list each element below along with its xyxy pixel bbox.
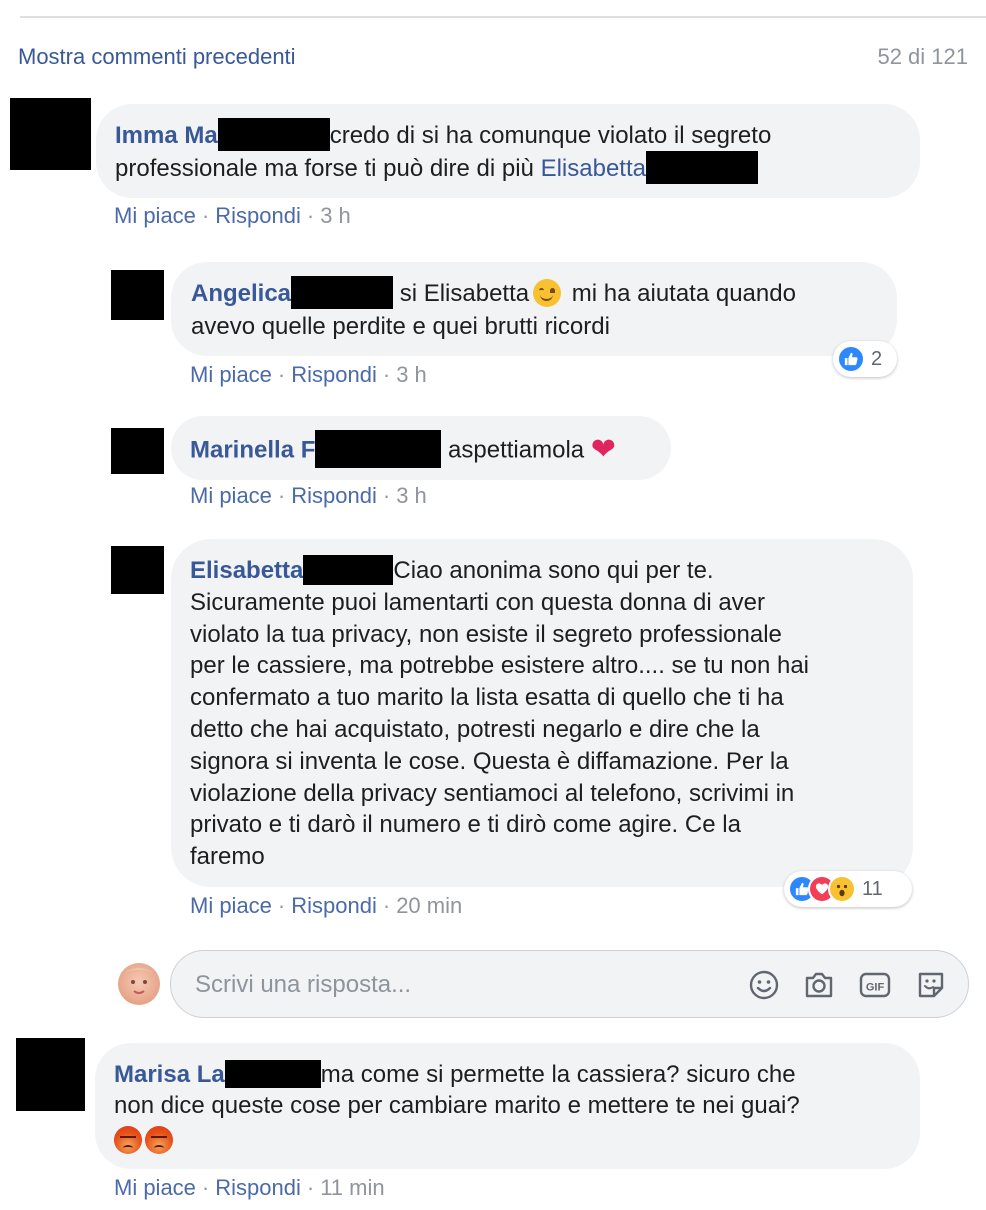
comment-text: violazione della privacy sentiamoci al t… — [190, 779, 795, 807]
gif-icon[interactable]: GIF — [858, 968, 892, 1002]
redaction-block — [303, 554, 394, 585]
avatar[interactable] — [10, 98, 91, 170]
reaction-count: 2 — [871, 347, 883, 370]
timestamp[interactable]: 3 h — [396, 362, 427, 387]
like-link[interactable]: Mi piace — [114, 1175, 196, 1200]
redaction-block — [315, 430, 442, 468]
reply-link[interactable]: Rispondi — [291, 362, 377, 387]
smiling-face-emoji-icon — [533, 278, 562, 307]
svg-text:GIF: GIF — [866, 982, 885, 994]
reaction-summary[interactable]: 2 — [833, 341, 897, 377]
comment-bubble: Marinella F aspettiamola ❤ — [171, 416, 671, 480]
timestamp[interactable]: 3 h — [320, 203, 351, 228]
angry-face-emoji-icon — [145, 1125, 173, 1154]
angry-face-emoji-icon — [114, 1125, 142, 1154]
comment-author[interactable]: Imma Ma — [115, 122, 218, 149]
reply-link[interactable]: Rispondi — [291, 893, 377, 918]
like-link[interactable]: Mi piace — [190, 362, 272, 387]
comment-author[interactable]: Angelica — [191, 280, 291, 307]
like-link[interactable]: Mi piace — [114, 203, 196, 228]
comment-bubble: Elisabetta Ciao anonima sono qui per te. … — [171, 539, 913, 887]
comment-text: si Elisabetta — [399, 280, 530, 307]
timestamp[interactable]: 20 min — [396, 893, 462, 918]
comment-actions: Mi piace · Rispondi · 11 min — [114, 1175, 385, 1200]
avatar[interactable] — [16, 1038, 85, 1111]
like-link[interactable]: Mi piace — [190, 893, 272, 918]
avatar[interactable] — [111, 546, 164, 594]
like-icon — [837, 345, 865, 373]
comment-text: detto che hai acquistato, potresti negar… — [190, 715, 760, 743]
reply-composer[interactable]: GIF — [170, 950, 969, 1018]
comment-text: non dice queste cose per cambiare marito… — [114, 1092, 800, 1119]
avatar[interactable] — [111, 428, 164, 474]
redaction-block — [217, 118, 330, 152]
avatar[interactable] — [111, 270, 164, 320]
current-user-avatar — [118, 963, 160, 1005]
comment-author[interactable]: Marisa La — [114, 1061, 225, 1088]
sticker-icon[interactable] — [914, 968, 948, 1002]
comment-text: avevo quelle perdite e quei brutti ricor… — [191, 313, 610, 341]
comment-bubble: Marisa La ma come si permette la cassiera… — [95, 1043, 920, 1169]
comment-text: per le cassiere, ma potrebbe esistere al… — [190, 652, 809, 680]
comment-text: credo di si ha comunque violato il segre… — [329, 122, 772, 149]
wow-icon — [828, 875, 856, 903]
redaction-block — [291, 276, 394, 310]
comment-text: signora si inventa le cose. Questa è dif… — [190, 747, 789, 775]
timestamp[interactable]: 3 h — [396, 483, 427, 508]
redaction-block — [224, 1059, 321, 1088]
reaction-count: 11 — [862, 877, 883, 900]
camera-icon[interactable] — [802, 968, 836, 1002]
mention-link[interactable]: Elisabetta — [541, 155, 646, 182]
comment-text: faremo — [190, 843, 265, 871]
comment-text: ma come si permette la cassiera? sicuro … — [320, 1061, 796, 1088]
top-divider — [20, 16, 986, 18]
comment-text: Sicuramente puoi lamentarti con questa d… — [190, 588, 766, 616]
redaction-block — [645, 151, 758, 185]
emoji-icon[interactable] — [747, 968, 781, 1002]
comment-text: mi ha aiutata quando — [571, 280, 796, 307]
timestamp[interactable]: 11 min — [320, 1175, 384, 1200]
reply-link[interactable]: Rispondi — [215, 1175, 301, 1200]
reply-link[interactable]: Rispondi — [215, 203, 301, 228]
comment-counter: 52 di 121 — [877, 44, 968, 69]
comment-text: Ciao anonima sono qui per te. — [393, 557, 714, 584]
comment-actions: Mi piace · Rispondi · 3 h — [190, 483, 427, 508]
comment-text: violato la tua privacy, non esiste il se… — [190, 620, 782, 648]
reaction-summary[interactable]: 11 — [784, 871, 912, 907]
comment-actions: Mi piace · Rispondi · 20 min — [190, 893, 463, 918]
comment-bubble: Imma Ma credo di si ha comunque violato i… — [96, 104, 920, 198]
show-previous-comments-link[interactable]: Mostra commenti precedenti — [18, 44, 296, 70]
comment-author[interactable]: Elisabetta — [190, 557, 303, 584]
comment-actions: Mi piace · Rispondi · 3 h — [114, 203, 351, 228]
like-link[interactable]: Mi piace — [190, 483, 272, 508]
red-heart-emoji-icon: ❤ — [590, 432, 616, 466]
comment-text: professionale ma forse ti può dire di pi… — [115, 155, 534, 183]
comment-text: aspettiamola — [448, 436, 585, 464]
comment-actions: Mi piace · Rispondi · 3 h — [190, 362, 427, 387]
comment-author[interactable]: Marinella F — [190, 436, 315, 463]
comment-text: confermato a tuo marito la lista esatta … — [190, 684, 784, 712]
reply-link[interactable]: Rispondi — [291, 483, 377, 508]
comment-text: privato e ti darò il numero e ti dirò co… — [190, 811, 741, 839]
reply-input[interactable] — [193, 967, 717, 1003]
comment-bubble: Angelica si Elisabetta mi ha aiutata qua… — [171, 262, 897, 356]
